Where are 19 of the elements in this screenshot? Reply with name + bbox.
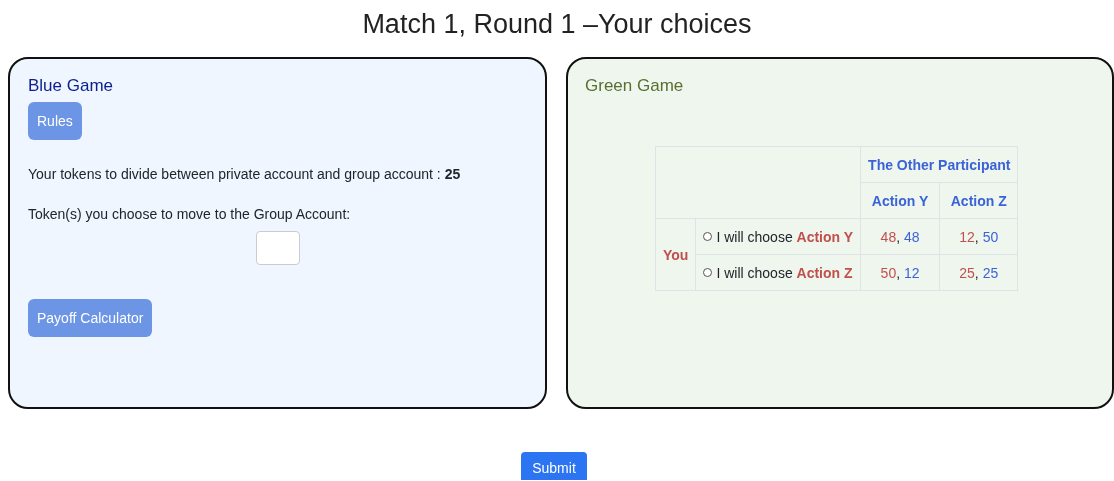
payoff-calculator-button[interactable]: Payoff Calculator [28, 299, 153, 337]
group-account-label: Token(s) you choose to move to the Group Account: [28, 206, 352, 222]
payoff-cell: 48, 48 [860, 218, 940, 255]
page-title: Match 1, Round 1 –Your choices [361, 8, 753, 41]
column-header: Action Z [939, 182, 1018, 219]
panel-title: Green Game [585, 76, 685, 96]
rules-button[interactable]: Rules [28, 102, 82, 140]
radio-button[interactable] [703, 231, 713, 241]
column-header: The Other Participant [860, 146, 1018, 183]
token-input-field[interactable] [255, 231, 300, 265]
row-header: You [655, 218, 696, 291]
radio-button[interactable] [703, 267, 713, 277]
payoff-cell: 50, 12 [860, 254, 940, 291]
submit-button[interactable]: Submit [521, 452, 587, 480]
payoff-cell: 12, 50 [939, 218, 1018, 255]
tokens-text: Your tokens to divide between private account and group account : 25 [28, 166, 462, 182]
column-header: Action Y [860, 182, 940, 219]
payoff-cell: 25, 25 [939, 254, 1018, 291]
panel-title: Blue Game [28, 76, 115, 96]
